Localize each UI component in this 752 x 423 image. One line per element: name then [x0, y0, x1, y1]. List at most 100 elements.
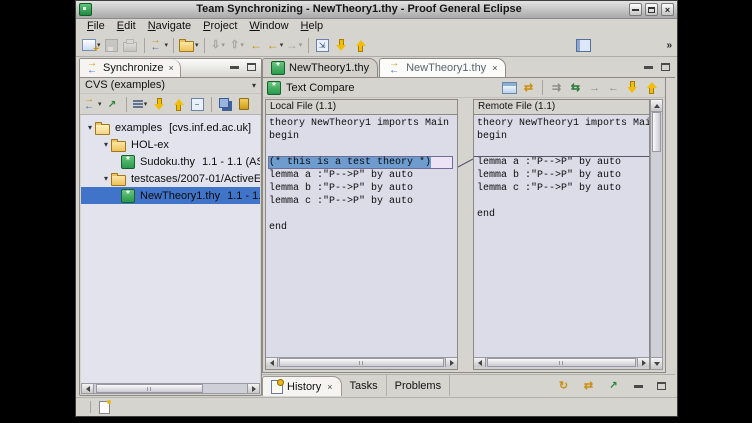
tree-item-testcases[interactable]: ▾ testcases/2007-01/ActiveEditorV [81, 170, 260, 187]
tab-problems[interactable]: Problems [387, 375, 450, 396]
menu-navigate[interactable]: Navigate [142, 19, 197, 34]
show-ancestor-pane-button[interactable] [501, 79, 518, 97]
dropdown-icon[interactable]: ▾ [98, 100, 102, 108]
pin-synchronization-button[interactable]: ↗ [104, 95, 121, 113]
tab-newtheory1-editor[interactable]: NewTheory1.thy [262, 58, 378, 77]
copy-all-changes-button[interactable]: ⇉ [548, 79, 565, 97]
expander-icon[interactable]: ▾ [101, 174, 111, 183]
synchronize-button[interactable]: ▾ [150, 36, 169, 54]
dropdown-icon[interactable]: ▾ [299, 41, 303, 49]
scrollbar-thumb[interactable] [487, 358, 636, 367]
local-horizontal-scrollbar[interactable] [266, 357, 457, 369]
scrollbar-thumb[interactable] [279, 358, 444, 367]
swap-panes-button[interactable]: ⇄ [520, 79, 537, 97]
toolbar-overflow-chevron[interactable]: » [666, 40, 672, 51]
back-history-button[interactable]: ←▾ [267, 36, 284, 54]
forward-button[interactable]: →▾ [286, 36, 303, 54]
remote-vertical-scrollbar[interactable] [650, 99, 663, 370]
expander-icon[interactable]: ▾ [85, 123, 95, 132]
menu-help[interactable]: Help [295, 19, 330, 34]
collapse-all-button[interactable]: − [189, 95, 206, 113]
scroll-left-button[interactable] [82, 384, 94, 393]
dropdown-icon[interactable]: ▾ [240, 41, 244, 49]
close-icon[interactable]: × [327, 382, 332, 392]
menu-edit[interactable]: Edit [111, 19, 142, 34]
previous-difference-button[interactable] [643, 79, 660, 97]
configure-button[interactable] [236, 95, 253, 113]
highlighted-diff-line[interactable]: (* this is a test theory *) [268, 156, 453, 169]
synchronize-button[interactable]: ▾ [83, 95, 102, 113]
minimize-view-button[interactable] [631, 379, 646, 393]
copy-current-change-button[interactable]: ⇆ [567, 79, 584, 97]
dropdown-icon[interactable]: ▾ [165, 41, 169, 49]
minimize-view-button[interactable] [227, 60, 242, 74]
save-button[interactable] [103, 36, 120, 54]
scroll-left-button[interactable] [266, 358, 278, 367]
dropdown-icon[interactable]: ▾ [280, 41, 284, 49]
scroll-left-button[interactable] [474, 358, 486, 367]
collapse-all-button[interactable]: ⇲ [314, 36, 331, 54]
link-with-editor-button[interactable]: ↗ [605, 377, 622, 395]
scrollbar-thumb[interactable] [96, 384, 203, 393]
tree-item-newtheory1[interactable]: NewTheory1.thy 1.1 - 1.1 (A [81, 187, 260, 204]
maximize-button[interactable] [645, 3, 658, 16]
maximize-view-button[interactable] [244, 60, 259, 74]
tab-newtheory1-compare[interactable]: NewTheory1.thy × [379, 58, 506, 77]
presentation-mode-button[interactable]: ▾ [132, 95, 149, 113]
tree-item-examples[interactable]: ▾ examples [cvs.inf.ed.ac.uk] [81, 119, 260, 136]
scroll-down-button[interactable] [651, 357, 662, 369]
tab-tasks[interactable]: Tasks [342, 375, 387, 396]
scroll-right-button[interactable] [247, 384, 259, 393]
participant-header[interactable]: CVS (examples) ▾ [80, 78, 261, 94]
sync-tree[interactable]: ▾ examples [cvs.inf.ed.ac.uk] ▾ HOL-ex S… [81, 115, 260, 383]
menu-window[interactable]: Window [243, 19, 294, 34]
minimize-editor-button[interactable] [641, 60, 656, 74]
update-button[interactable]: ⇧▾ [229, 36, 246, 54]
scrollbar-track[interactable] [278, 358, 445, 369]
tree-item-sudoku[interactable]: Sudoku.thy 1.1 - 1.1 (ASCII [81, 153, 260, 170]
scroll-up-button[interactable] [651, 100, 662, 112]
refresh-button[interactable]: ↻ [555, 377, 572, 395]
minimize-button[interactable] [629, 3, 642, 16]
remote-editor-body[interactable]: theory NewTheory1 imports Main begin lem… [474, 115, 649, 357]
menu-project[interactable]: Project [197, 19, 243, 34]
tab-synchronize[interactable]: Synchronize × [80, 59, 181, 77]
maximize-editor-button[interactable] [658, 60, 673, 74]
close-icon[interactable]: × [169, 63, 174, 73]
scroll-right-button[interactable] [445, 358, 457, 367]
compare-mode-button[interactable]: ⇄ [580, 377, 597, 395]
scrollbar-thumb[interactable] [652, 112, 661, 152]
local-editor-body[interactable]: theory NewTheory1 imports Main begin (* … [266, 115, 457, 357]
copy-left-button[interactable]: ← [605, 79, 622, 97]
expander-icon[interactable]: ▾ [101, 140, 111, 149]
close-icon[interactable]: × [492, 63, 497, 73]
tree-horizontal-scrollbar[interactable] [81, 383, 260, 394]
scroll-right-button[interactable] [637, 358, 649, 367]
menu-file[interactable]: File [81, 19, 111, 34]
remote-horizontal-scrollbar[interactable] [474, 357, 649, 369]
scrollbar-track[interactable] [94, 384, 247, 393]
next-difference-button[interactable] [624, 79, 641, 97]
titlebar[interactable]: Team Synchronizing - NewTheory1.thy - Pr… [76, 1, 677, 19]
scrollbar-track[interactable] [486, 358, 637, 369]
dropdown-icon[interactable]: ▾ [221, 41, 225, 49]
open-perspective-button[interactable] [575, 36, 592, 54]
next-change-button[interactable] [151, 95, 168, 113]
dropdown-icon[interactable]: ▾ [195, 41, 199, 49]
schedule-button[interactable] [217, 95, 234, 113]
checkout-button[interactable]: ▾ [179, 36, 199, 54]
commit-button[interactable]: ⇩▾ [210, 36, 227, 54]
next-change-button[interactable] [333, 36, 350, 54]
print-button[interactable] [122, 36, 139, 54]
chevron-down-icon[interactable]: ▾ [252, 78, 256, 93]
tab-history[interactable]: History × [262, 376, 342, 396]
dropdown-icon[interactable]: ▾ [144, 100, 148, 108]
previous-change-button[interactable] [170, 95, 187, 113]
close-button[interactable]: × [661, 3, 674, 16]
back-button[interactable]: ← [248, 36, 265, 54]
previous-change-button[interactable] [352, 36, 369, 54]
tree-item-hol-ex[interactable]: ▾ HOL-ex [81, 136, 260, 153]
maximize-view-button[interactable] [654, 379, 669, 393]
copy-right-button[interactable]: → [586, 79, 603, 97]
new-wizard-button[interactable]: ▾ [82, 36, 101, 54]
